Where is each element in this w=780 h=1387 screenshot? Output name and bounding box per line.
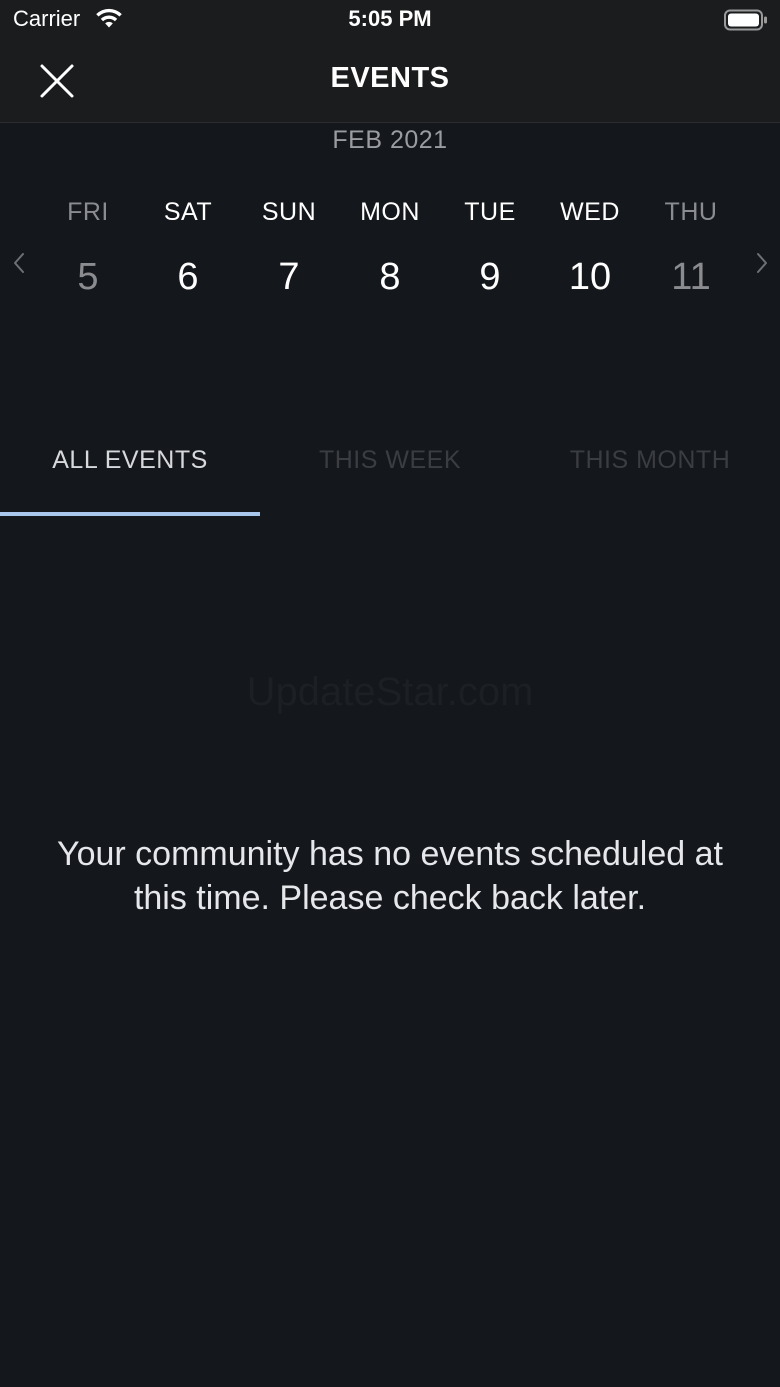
day-number: 9 bbox=[479, 256, 501, 298]
calendar-month-label: FEB 2021 bbox=[332, 126, 448, 154]
day-name: TUE bbox=[464, 198, 516, 226]
tab-this-week[interactable]: THIS WEEK bbox=[260, 410, 520, 514]
day-number: 7 bbox=[278, 256, 300, 298]
calendar-day-thu[interactable]: THU 11 bbox=[641, 198, 741, 299]
status-bar: Carrier 5:05 PM bbox=[0, 0, 780, 40]
status-time: 5:05 PM bbox=[348, 6, 432, 31]
calendar-day-sat[interactable]: SAT 6 bbox=[138, 198, 238, 299]
day-name: SUN bbox=[261, 198, 317, 226]
nav-bar: EVENTS bbox=[0, 40, 780, 123]
event-filter-tabs: ALL EVENTS THIS WEEK THIS MONTH bbox=[0, 410, 780, 518]
day-name: WED bbox=[560, 198, 620, 226]
day-number: 10 bbox=[568, 256, 612, 298]
empty-state-message: Your community has no events scheduled a… bbox=[57, 835, 723, 917]
day-number: 6 bbox=[177, 256, 199, 298]
calendar-day-fri[interactable]: FRI 5 bbox=[38, 198, 138, 299]
chevron-left-icon[interactable] bbox=[8, 250, 32, 276]
day-name: MON bbox=[360, 198, 420, 226]
calendar-day-mon[interactable]: MON 8 bbox=[340, 198, 440, 299]
calendar-day-sun[interactable]: SUN 7 bbox=[239, 198, 339, 299]
chevron-right-icon[interactable] bbox=[749, 250, 773, 276]
battery-icon bbox=[724, 9, 767, 31]
day-name: THU bbox=[664, 198, 718, 226]
day-number: 5 bbox=[77, 256, 99, 298]
watermark: UpdateStar.com bbox=[246, 670, 534, 714]
calendar-day-tue[interactable]: TUE 9 bbox=[440, 198, 540, 299]
tab-all-events[interactable]: ALL EVENTS bbox=[0, 410, 260, 514]
day-number: 8 bbox=[379, 256, 401, 298]
tab-this-month[interactable]: THIS MONTH bbox=[520, 410, 780, 514]
active-tab-indicator bbox=[0, 512, 260, 516]
day-name: FRI bbox=[67, 198, 109, 226]
page-title: EVENTS bbox=[330, 62, 450, 94]
day-number: 11 bbox=[671, 256, 711, 298]
calendar-day-wed[interactable]: WED 10 bbox=[540, 198, 640, 299]
day-name: SAT bbox=[163, 198, 213, 226]
